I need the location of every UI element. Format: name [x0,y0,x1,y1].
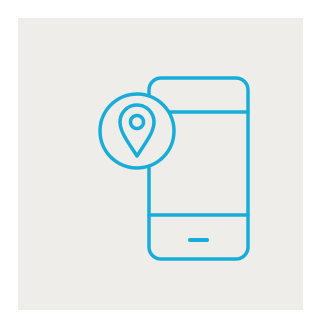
mobile-location-icon [98,76,250,261]
icon-card [18,18,303,310]
map-pin-badge [98,92,176,170]
